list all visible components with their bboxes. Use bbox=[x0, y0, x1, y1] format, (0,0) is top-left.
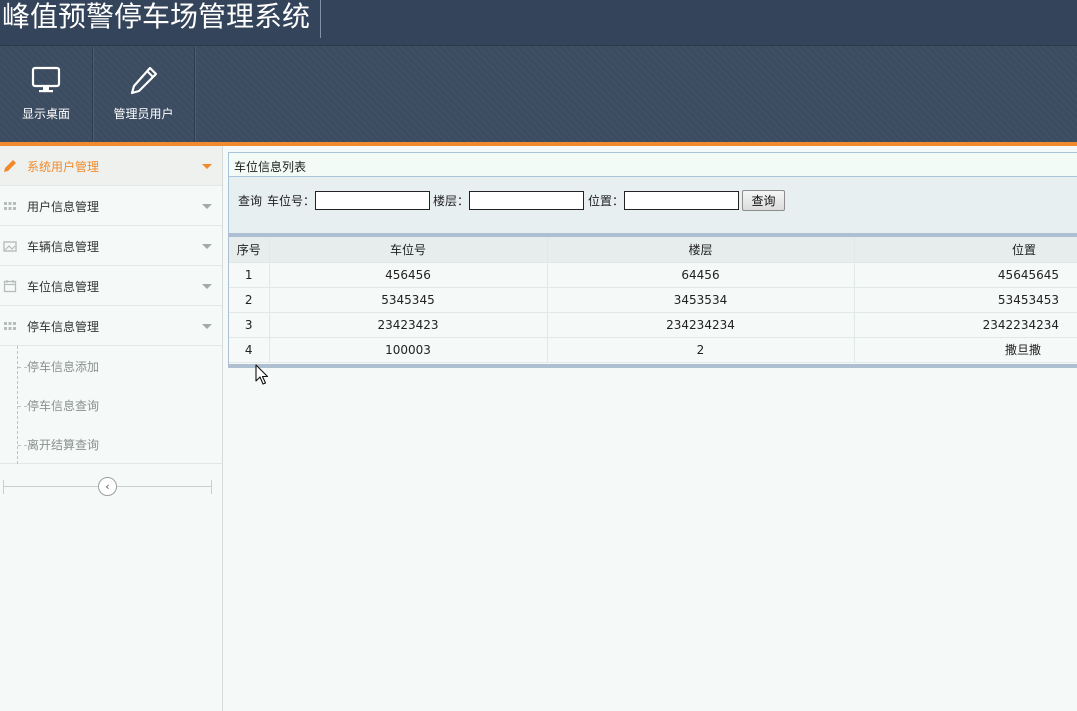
sidebar-item-parking-space-info[interactable]: 车位信息管理 bbox=[0, 266, 222, 306]
sidebar-collapse-button[interactable]: ‹ bbox=[98, 477, 117, 496]
submenu-item-add-parking[interactable]: 停车信息添加 bbox=[18, 358, 99, 376]
cell-floor: 3453534 bbox=[547, 287, 855, 313]
toolbar: 显示桌面 管理员用户 bbox=[0, 47, 195, 142]
divider bbox=[211, 480, 212, 494]
column-header-index: 序号 bbox=[229, 237, 270, 263]
cell-floor: 234234234 bbox=[547, 312, 855, 338]
sidebar-item-label: 停车信息管理 bbox=[27, 320, 100, 334]
mouse-cursor-icon bbox=[255, 364, 269, 385]
grid-icon bbox=[4, 202, 16, 210]
search-prefix-label: 查询 bbox=[238, 194, 263, 208]
submenu-item-label: 停车信息添加 bbox=[27, 360, 100, 374]
sidebar-item-vehicle-info[interactable]: 车辆信息管理 bbox=[0, 226, 222, 266]
cell-index: 2 bbox=[229, 287, 270, 313]
sidebar-collapse-row: ‹ bbox=[3, 477, 212, 497]
cell-space-number: 23423423 bbox=[269, 312, 548, 338]
sidebar-item-label: 用户信息管理 bbox=[27, 200, 100, 214]
pencil-icon bbox=[4, 160, 16, 172]
submenu-item-checkout-query[interactable]: 离开结算查询 bbox=[18, 436, 99, 454]
sidebar: 系统用户管理 用户信息管理 车辆信息管理 车位信息管理 停车信息管理 停车信息添… bbox=[0, 146, 223, 711]
pencil-icon bbox=[130, 66, 157, 95]
search-bar: 查询 车位号： 楼层： 位置： 查询 bbox=[228, 177, 1077, 233]
search-row: 查询 车位号： 楼层： 位置： 查询 bbox=[238, 190, 786, 211]
submenu-item-label: 停车信息查询 bbox=[27, 399, 100, 413]
cell-index: 4 bbox=[229, 337, 270, 363]
table-header-row: 序号 车位号 楼层 位置 bbox=[229, 237, 1077, 263]
cell-index: 3 bbox=[229, 312, 270, 338]
divider bbox=[228, 364, 1077, 368]
cell-space-number: 100003 bbox=[269, 337, 548, 363]
search-button[interactable]: 查询 bbox=[742, 190, 786, 211]
cell-floor: 64456 bbox=[547, 262, 855, 288]
parking-space-table: 序号 车位号 楼层 位置 1 456456 64456 45645645 2 5… bbox=[228, 237, 1077, 364]
column-header-space-number: 车位号 bbox=[269, 237, 548, 263]
toolbar-show-desktop-button[interactable]: 显示桌面 bbox=[0, 47, 93, 142]
sidebar-item-user-info[interactable]: 用户信息管理 bbox=[0, 186, 222, 226]
table-row[interactable]: 1 456456 64456 45645645 bbox=[229, 262, 1077, 288]
table-row[interactable]: 3 23423423 234234234 2342234234 bbox=[229, 312, 1077, 338]
space-number-input[interactable] bbox=[315, 191, 431, 210]
toolbar-admin-user-button[interactable]: 管理员用户 bbox=[93, 47, 195, 142]
column-header-location: 位置 bbox=[854, 237, 1077, 263]
sidebar-item-label: 车位信息管理 bbox=[27, 280, 100, 294]
chevron-down-icon bbox=[202, 164, 212, 169]
calendar-icon bbox=[3, 280, 17, 293]
table-row[interactable]: 4 100003 2 撒旦撒 bbox=[229, 337, 1077, 363]
chevron-left-icon: ‹ bbox=[105, 480, 110, 493]
cell-space-number: 456456 bbox=[269, 262, 548, 288]
column-header-floor: 楼层 bbox=[547, 237, 855, 263]
table-row[interactable]: 2 5345345 3453534 53453453 bbox=[229, 287, 1077, 313]
panel-title: 车位信息列表 bbox=[234, 160, 307, 174]
toolbar-label: 管理员用户 bbox=[113, 107, 174, 121]
sidebar-item-parking-info[interactable]: 停车信息管理 bbox=[0, 306, 222, 346]
chevron-down-icon bbox=[202, 244, 212, 249]
panel-header: 车位信息列表 bbox=[228, 152, 1077, 177]
space-number-label: 车位号： bbox=[267, 194, 316, 208]
parking-space-list-panel: 车位信息列表 查询 车位号： 楼层： 位置： 查询 序号 车位号 楼层 位置 1… bbox=[228, 152, 1077, 369]
cell-floor: 2 bbox=[547, 337, 855, 363]
cell-location: 2342234234 bbox=[854, 312, 1077, 338]
toolbar-label: 显示桌面 bbox=[21, 107, 70, 121]
cell-location: 53453453 bbox=[854, 287, 1077, 313]
chevron-down-icon bbox=[202, 324, 212, 329]
title-bar: 峰值预警停车场管理系统 bbox=[0, 0, 1077, 46]
submenu-item-query-parking[interactable]: 停车信息查询 bbox=[18, 397, 99, 415]
sidebar-item-system-users[interactable]: 系统用户管理 bbox=[0, 146, 222, 186]
floor-label: 楼层： bbox=[433, 194, 470, 208]
monitor-icon bbox=[31, 66, 61, 93]
sidebar-item-label: 车辆信息管理 bbox=[27, 240, 100, 254]
app-title: 峰值预警停车场管理系统 bbox=[2, 0, 322, 38]
cell-location: 45645645 bbox=[854, 262, 1077, 288]
divider bbox=[3, 480, 4, 494]
sidebar-item-label: 系统用户管理 bbox=[27, 160, 100, 174]
cell-index: 1 bbox=[229, 262, 270, 288]
parking-info-submenu: 停车信息添加 停车信息查询 离开结算查询 bbox=[0, 346, 222, 464]
app-header: 峰值预警停车场管理系统 显示桌面 管理员用户 bbox=[0, 0, 1077, 142]
image-icon bbox=[3, 241, 17, 252]
cell-location: 撒旦撒 bbox=[854, 337, 1077, 363]
chevron-down-icon bbox=[202, 204, 212, 209]
floor-input[interactable] bbox=[469, 191, 585, 210]
chevron-down-icon bbox=[202, 284, 212, 289]
grid-icon bbox=[4, 322, 16, 330]
submenu-item-label: 离开结算查询 bbox=[27, 438, 100, 452]
location-label: 位置： bbox=[588, 194, 625, 208]
location-input[interactable] bbox=[624, 191, 740, 210]
cell-space-number: 5345345 bbox=[269, 287, 548, 313]
